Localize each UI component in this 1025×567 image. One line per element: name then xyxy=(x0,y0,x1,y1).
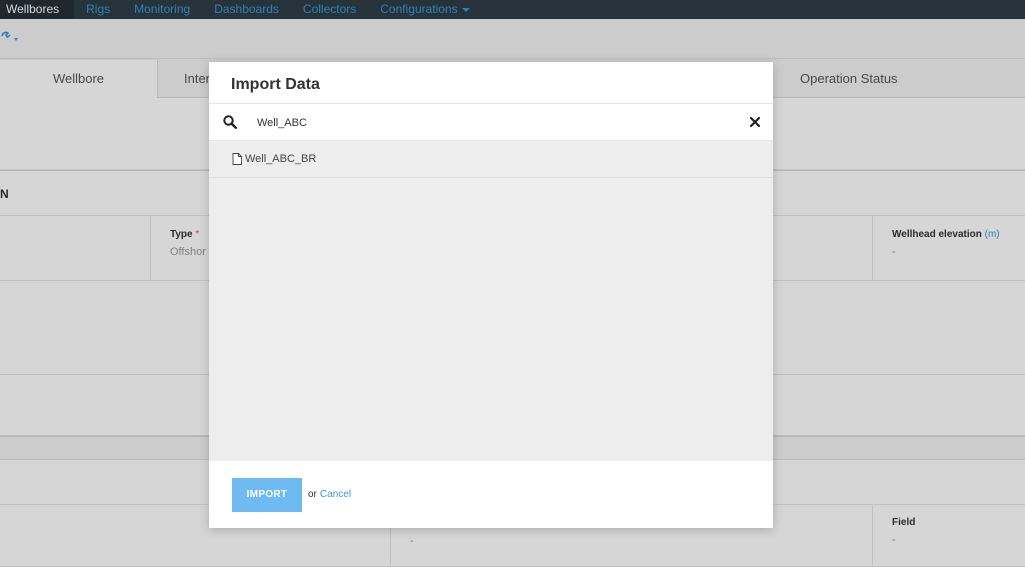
results-list: Well_ABC_BR xyxy=(209,141,773,461)
search-icon xyxy=(223,115,237,129)
search-bar xyxy=(209,103,773,141)
list-item-label: Well_ABC_BR xyxy=(245,153,317,165)
cancel-link[interactable]: Cancel xyxy=(320,489,351,500)
modal-footer: IMPORT or Cancel xyxy=(209,461,773,528)
modal-header: Import Data xyxy=(209,62,773,103)
import-button[interactable]: IMPORT xyxy=(232,477,302,512)
close-icon[interactable] xyxy=(749,116,761,128)
search-input[interactable] xyxy=(257,113,717,133)
modal-title: Import Data xyxy=(231,76,320,93)
import-data-modal: Import Data Well_ABC_BR IMPORT or Cancel xyxy=(209,62,773,528)
file-icon xyxy=(232,153,242,165)
list-item[interactable]: Well_ABC_BR xyxy=(209,141,773,178)
or-text: or xyxy=(308,489,317,500)
